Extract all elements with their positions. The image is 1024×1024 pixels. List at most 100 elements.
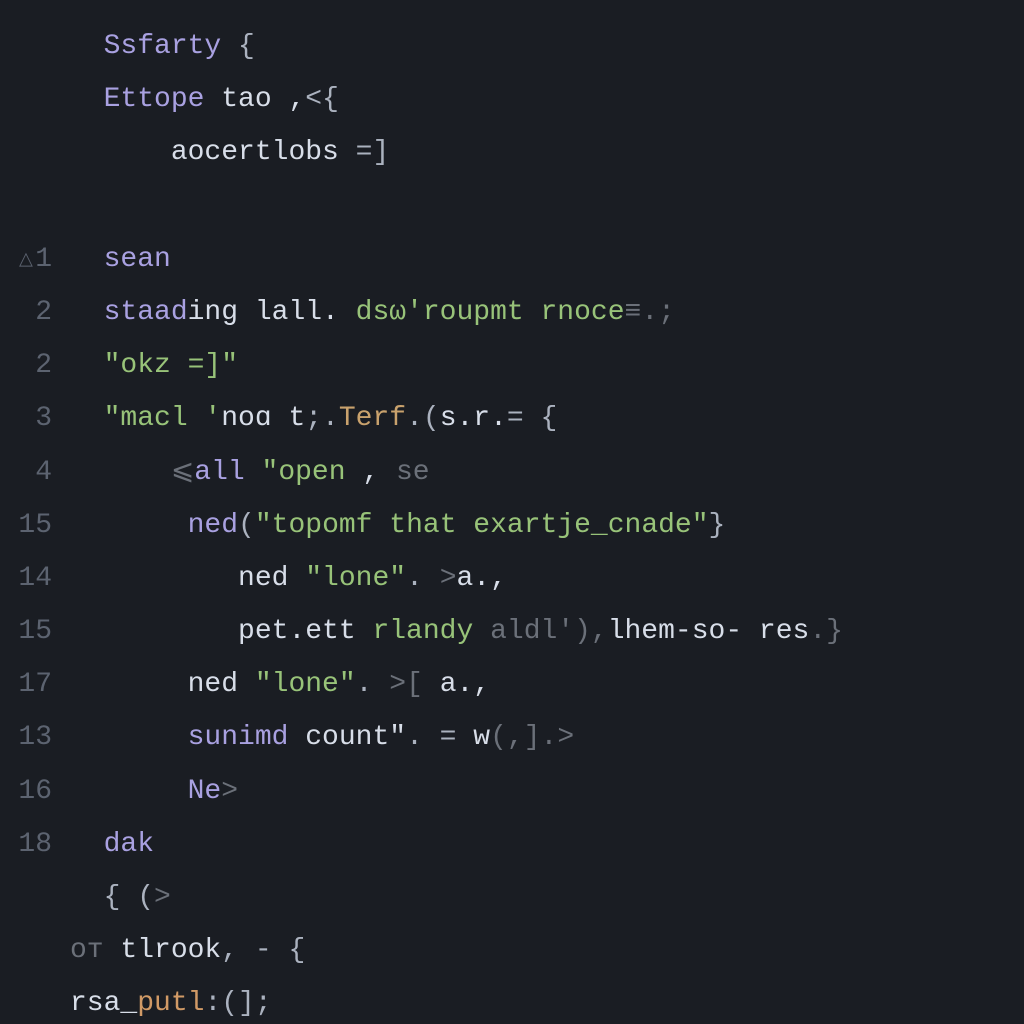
token: "okz =]": [104, 350, 238, 381]
code-content[interactable]: sean: [70, 233, 171, 286]
code-content[interactable]: ⩽all "open , se: [70, 446, 430, 499]
token: (: [238, 510, 255, 541]
token: ≡.;: [625, 297, 675, 328]
token: ned: [171, 510, 238, 541]
code-line[interactable]: 2 staading lall. dsω'roupmt rnoce≡.;: [0, 286, 1024, 339]
token: >: [557, 722, 574, 753]
token: ;.: [305, 403, 339, 434]
line-number: 17: [0, 658, 70, 711]
token: ing lall.: [188, 297, 356, 328]
token: . =: [406, 722, 456, 753]
code-content[interactable]: [70, 180, 104, 233]
code-content[interactable]: aocertlobs =]: [70, 126, 389, 179]
code-editor[interactable]: Ssfarty { Ettope tao ,<{ aocertlobs =] ▽…: [0, 0, 1024, 1024]
token: ⩽: [171, 457, 194, 488]
code-content[interactable]: Ettope tao ,<{: [70, 73, 339, 126]
token: noɑ t: [221, 403, 305, 434]
token: putl: [137, 988, 204, 1019]
code-content[interactable]: { (>: [70, 871, 171, 924]
code-line[interactable]: 2 "okz =]": [0, 339, 1024, 392]
token: =]: [339, 137, 389, 168]
token: , - {: [221, 935, 305, 966]
token: .}: [809, 616, 843, 647]
token: s.r.: [440, 403, 507, 434]
token: sean: [104, 244, 171, 275]
token: Terf: [339, 403, 406, 434]
token: aocertlobs: [171, 137, 339, 168]
fold-triangle-icon[interactable]: ▽: [19, 242, 33, 276]
line-number: 2: [0, 339, 70, 392]
token: w: [457, 722, 491, 753]
token: 'roupmt rnoce: [406, 297, 624, 328]
code-content[interactable]: pet.ett rlandy aldl'),lhem-so- res.}: [70, 605, 843, 658]
code-line[interactable]: { (>: [0, 871, 1024, 924]
line-number: ▽1: [0, 233, 70, 286]
line-number: 2: [0, 286, 70, 339]
token: ned: [238, 563, 305, 594]
code-content[interactable]: Ssfarty {: [70, 20, 255, 73]
token: staad: [104, 297, 188, 328]
token: dak: [104, 829, 154, 860]
code-line[interactable]: [0, 180, 1024, 233]
code-line[interactable]: 15 pet.ett rlandy aldl'),lhem-so- res.}: [0, 605, 1024, 658]
token: :(];: [204, 988, 271, 1019]
line-number: 14: [0, 552, 70, 605]
line-number: 18: [0, 818, 70, 871]
code-content[interactable]: staading lall. dsω'roupmt rnoce≡.;: [70, 286, 675, 339]
token: { (: [104, 882, 154, 913]
line-number: 16: [0, 765, 70, 818]
code-content[interactable]: Ne>: [70, 765, 238, 818]
token: <{: [305, 84, 339, 115]
code-line[interactable]: 3 "macl 'noɑ t;.Terf.(s.r.= {: [0, 392, 1024, 445]
token: tlrook: [120, 935, 221, 966]
code-line[interactable]: 17 ned "lone". >[ a.,: [0, 658, 1024, 711]
token: all: [194, 457, 261, 488]
token: oт: [70, 935, 120, 966]
code-line[interactable]: rsa_putl:(];: [0, 977, 1024, 1024]
token: a.,: [457, 563, 507, 594]
token: "topomf that exartje_cnade": [255, 510, 709, 541]
code-content[interactable]: sunimd count". = w(,].>: [70, 711, 574, 764]
code-line[interactable]: Ssfarty {: [0, 20, 1024, 73]
token: .: [406, 563, 440, 594]
code-line[interactable]: 16 Ne>: [0, 765, 1024, 818]
code-line[interactable]: Ettope tao ,<{: [0, 73, 1024, 126]
token: Ssfarty: [104, 31, 222, 62]
code-line[interactable]: 18 dak: [0, 818, 1024, 871]
token: >[: [389, 669, 423, 700]
code-content[interactable]: "macl 'noɑ t;.Terf.(s.r.= {: [70, 392, 557, 445]
token: ned: [171, 669, 255, 700]
code-line[interactable]: 4 ⩽all "open , se: [0, 446, 1024, 499]
token: >: [221, 776, 238, 807]
token: Ettope: [104, 84, 205, 115]
token: = {: [507, 403, 557, 434]
token: >: [440, 563, 457, 594]
token: rsa_: [70, 988, 137, 1019]
token: count": [305, 722, 406, 753]
token: sunimd: [171, 722, 305, 753]
token: "lone": [255, 669, 356, 700]
token: a.,: [423, 669, 490, 700]
code-line[interactable]: 13 sunimd count". = w(,].>: [0, 711, 1024, 764]
code-line[interactable]: ▽1 sean: [0, 233, 1024, 286]
token: .: [356, 669, 390, 700]
line-number: 13: [0, 711, 70, 764]
line-number: 15: [0, 499, 70, 552]
code-line[interactable]: 15 ned("topomf that exartje_cnade"}: [0, 499, 1024, 552]
code-content[interactable]: "okz =]": [70, 339, 238, 392]
code-line[interactable]: aocertlobs =]: [0, 126, 1024, 179]
code-line[interactable]: oт tlrook, - {: [0, 924, 1024, 977]
token: rlandy: [372, 616, 473, 647]
token: {: [221, 31, 255, 62]
token: (,].: [490, 722, 557, 753]
token: "open: [262, 457, 346, 488]
code-content[interactable]: ned "lone". >[ a.,: [70, 658, 490, 711]
code-content[interactable]: oт tlrook, - {: [70, 924, 305, 977]
code-content[interactable]: rsa_putl:(];: [70, 977, 272, 1024]
code-content[interactable]: ned "lone". >a.,: [70, 552, 507, 605]
code-line[interactable]: 14 ned "lone". >a.,: [0, 552, 1024, 605]
code-content[interactable]: dak: [70, 818, 154, 871]
token: .(: [406, 403, 440, 434]
token: lhem-so- res: [608, 616, 810, 647]
code-content[interactable]: ned("topomf that exartje_cnade"}: [70, 499, 725, 552]
